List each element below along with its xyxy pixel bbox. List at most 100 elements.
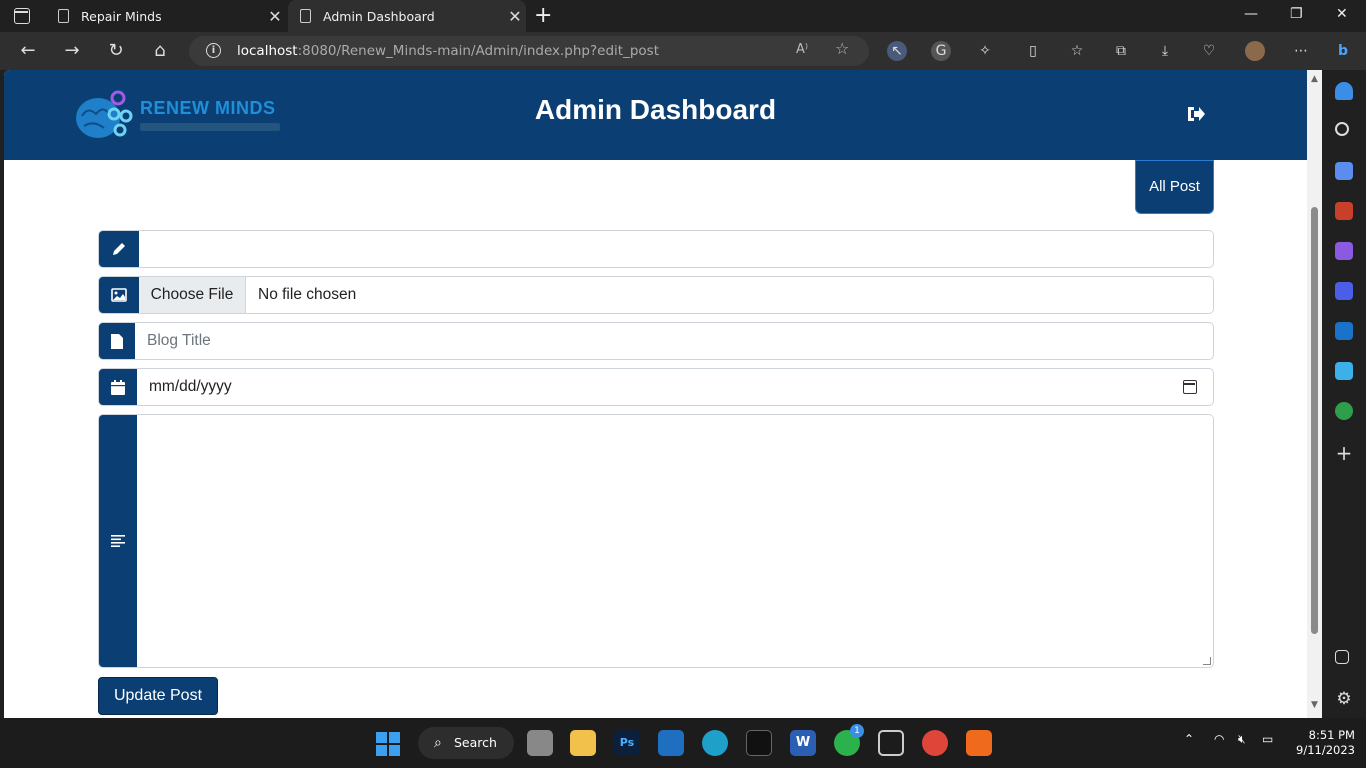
battery-icon[interactable]: ▭ xyxy=(1262,732,1273,746)
tools-icon[interactable] xyxy=(1335,202,1353,220)
tab-repair-minds[interactable]: Repair Minds ✕ xyxy=(46,0,286,32)
system-clock[interactable]: 8:51 PM 9/11/2023 xyxy=(1296,728,1355,758)
split-screen-icon[interactable]: ▯ xyxy=(1023,41,1043,61)
tab-label: Admin Dashboard xyxy=(323,8,435,24)
back-icon[interactable]: ← xyxy=(16,39,40,63)
task-view-icon[interactable] xyxy=(527,730,553,756)
browser-titlebar: Repair Minds ✕ Admin Dashboard ✕ + — ❐ ✕ xyxy=(0,0,1366,32)
url-text: localhost:8080/Renew_Minds-main/Admin/in… xyxy=(237,43,659,59)
downloads-icon[interactable]: ⤓ xyxy=(1155,41,1175,61)
pencil-icon xyxy=(113,243,125,255)
scroll-down-icon[interactable]: ▼ xyxy=(1311,700,1318,710)
home-icon[interactable]: ⌂ xyxy=(148,39,172,63)
games-icon[interactable] xyxy=(1335,242,1353,260)
post-id-field[interactable] xyxy=(98,230,1214,268)
input-addon xyxy=(99,369,137,405)
update-post-button[interactable]: Update Post xyxy=(98,677,218,715)
date-picker-icon[interactable] xyxy=(1183,380,1197,394)
outlook-icon[interactable] xyxy=(1335,322,1353,340)
date-input[interactable]: mm/dd/yyyy xyxy=(149,369,232,405)
refresh-icon[interactable]: ↻ xyxy=(104,39,128,63)
notification-badge: 1 xyxy=(850,724,864,738)
image-icon xyxy=(111,288,127,302)
shopping-icon[interactable] xyxy=(1335,162,1353,180)
search-icon: ⌕ xyxy=(434,735,442,751)
sidebar-settings-icon[interactable]: ⚙ xyxy=(1335,690,1353,708)
notifications-icon[interactable] xyxy=(1335,82,1353,100)
copilot-icon[interactable] xyxy=(1335,282,1353,300)
image-file-input[interactable]: Choose File No file chosen xyxy=(98,276,1214,314)
resize-handle[interactable] xyxy=(1203,657,1211,665)
calendar-icon xyxy=(111,379,125,395)
date-field[interactable]: mm/dd/yyyy xyxy=(98,368,1214,406)
all-post-button[interactable]: All Post xyxy=(1135,160,1214,214)
grammarly-icon[interactable]: G xyxy=(931,41,951,61)
favorite-star-icon[interactable]: ☆ xyxy=(835,39,849,58)
bing-copilot-icon[interactable]: b xyxy=(1333,41,1353,61)
photoshop-icon[interactable]: Ps xyxy=(614,730,640,756)
show-hidden-icons[interactable]: ⌃ xyxy=(1184,732,1194,746)
page-title: Admin Dashboard xyxy=(534,94,777,125)
input-addon xyxy=(99,277,139,313)
restore-icon[interactable]: ❐ xyxy=(1290,6,1303,22)
choose-file-button[interactable]: Choose File xyxy=(139,277,246,313)
input-addon xyxy=(99,415,137,667)
profile-avatar[interactable] xyxy=(1245,41,1265,61)
taskbar-search[interactable]: ⌕ Search xyxy=(418,727,514,759)
read-aloud-icon[interactable]: A⁾ xyxy=(796,42,808,57)
input-addon xyxy=(99,323,135,359)
more-menu-icon[interactable]: ⋯ xyxy=(1291,41,1311,61)
edge-icon[interactable] xyxy=(702,730,728,756)
page-icon xyxy=(300,9,311,23)
minimize-icon[interactable]: — xyxy=(1244,6,1258,22)
blog-title-field[interactable]: Blog Title xyxy=(98,322,1214,360)
browser-toolbar: ← → ↻ ⌂ i localhost:8080/Renew_Minds-mai… xyxy=(0,32,1366,70)
forward-icon[interactable]: → xyxy=(60,39,84,63)
site-info-icon[interactable]: i xyxy=(206,43,221,58)
hide-sidebar-icon[interactable] xyxy=(1335,650,1349,664)
logout-icon[interactable] xyxy=(1186,105,1206,123)
whatsapp-icon[interactable]: 1 xyxy=(834,724,864,756)
xampp-icon[interactable] xyxy=(966,730,992,756)
page-viewport: RENEW MINDS Admin Dashboard ▲ ▼ All Post xyxy=(4,70,1322,718)
new-tab-icon[interactable]: + xyxy=(534,3,552,28)
vscode-icon[interactable] xyxy=(658,730,684,756)
address-bar[interactable]: i localhost:8080/Renew_Minds-main/Admin/… xyxy=(189,36,869,66)
windows-taskbar: ⌕ Search Ps W 1 ⌃ ◠ 🔇︎ ▭ 8:51 PM 9/11/20… xyxy=(0,718,1366,768)
terminal-icon[interactable] xyxy=(746,730,772,756)
add-sidebar-icon[interactable]: + xyxy=(1335,443,1353,463)
edge-sidebar: + ⚙ xyxy=(1322,70,1366,718)
word-icon[interactable]: W xyxy=(790,730,816,756)
file-status: No file chosen xyxy=(258,286,357,303)
tab-admin-dashboard[interactable]: Admin Dashboard ✕ xyxy=(288,0,526,32)
windows-start-icon[interactable] xyxy=(376,732,400,756)
blog-title-input[interactable]: Blog Title xyxy=(147,323,211,359)
window-close-icon[interactable]: ✕ xyxy=(1336,6,1348,22)
file-icon xyxy=(111,333,123,349)
file-explorer-icon[interactable] xyxy=(570,730,596,756)
search-icon[interactable] xyxy=(1335,122,1349,136)
drop-icon[interactable] xyxy=(1335,362,1353,380)
wifi-icon[interactable]: ◠ xyxy=(1214,732,1224,746)
clock-date: 9/11/2023 xyxy=(1296,743,1355,757)
tab-label: Repair Minds xyxy=(81,8,162,24)
page-scrollbar[interactable]: ▲ ▼ xyxy=(1307,70,1322,718)
scroll-up-icon[interactable]: ▲ xyxy=(1311,74,1318,84)
input-addon xyxy=(99,231,139,267)
volume-muted-icon[interactable]: 🔇︎ xyxy=(1238,732,1246,747)
collections-icon[interactable]: ⧉ xyxy=(1111,41,1131,61)
virtualbox-icon[interactable] xyxy=(878,730,904,756)
close-icon[interactable]: ✕ xyxy=(504,7,526,26)
scroll-thumb[interactable] xyxy=(1311,207,1318,634)
extension-cursor-icon[interactable]: ↖ xyxy=(887,41,907,61)
content-textarea[interactable] xyxy=(98,414,1214,668)
page-icon xyxy=(58,9,69,23)
chrome-icon[interactable] xyxy=(922,730,948,756)
align-left-icon xyxy=(111,535,125,547)
favorites-icon[interactable]: ☆ xyxy=(1067,41,1087,61)
tree-icon[interactable] xyxy=(1335,402,1353,420)
performance-icon[interactable]: ♡ xyxy=(1199,41,1219,61)
tab-actions-icon[interactable] xyxy=(14,8,30,24)
extensions-icon[interactable]: ✧ xyxy=(975,41,995,61)
close-icon[interactable]: ✕ xyxy=(264,7,286,26)
